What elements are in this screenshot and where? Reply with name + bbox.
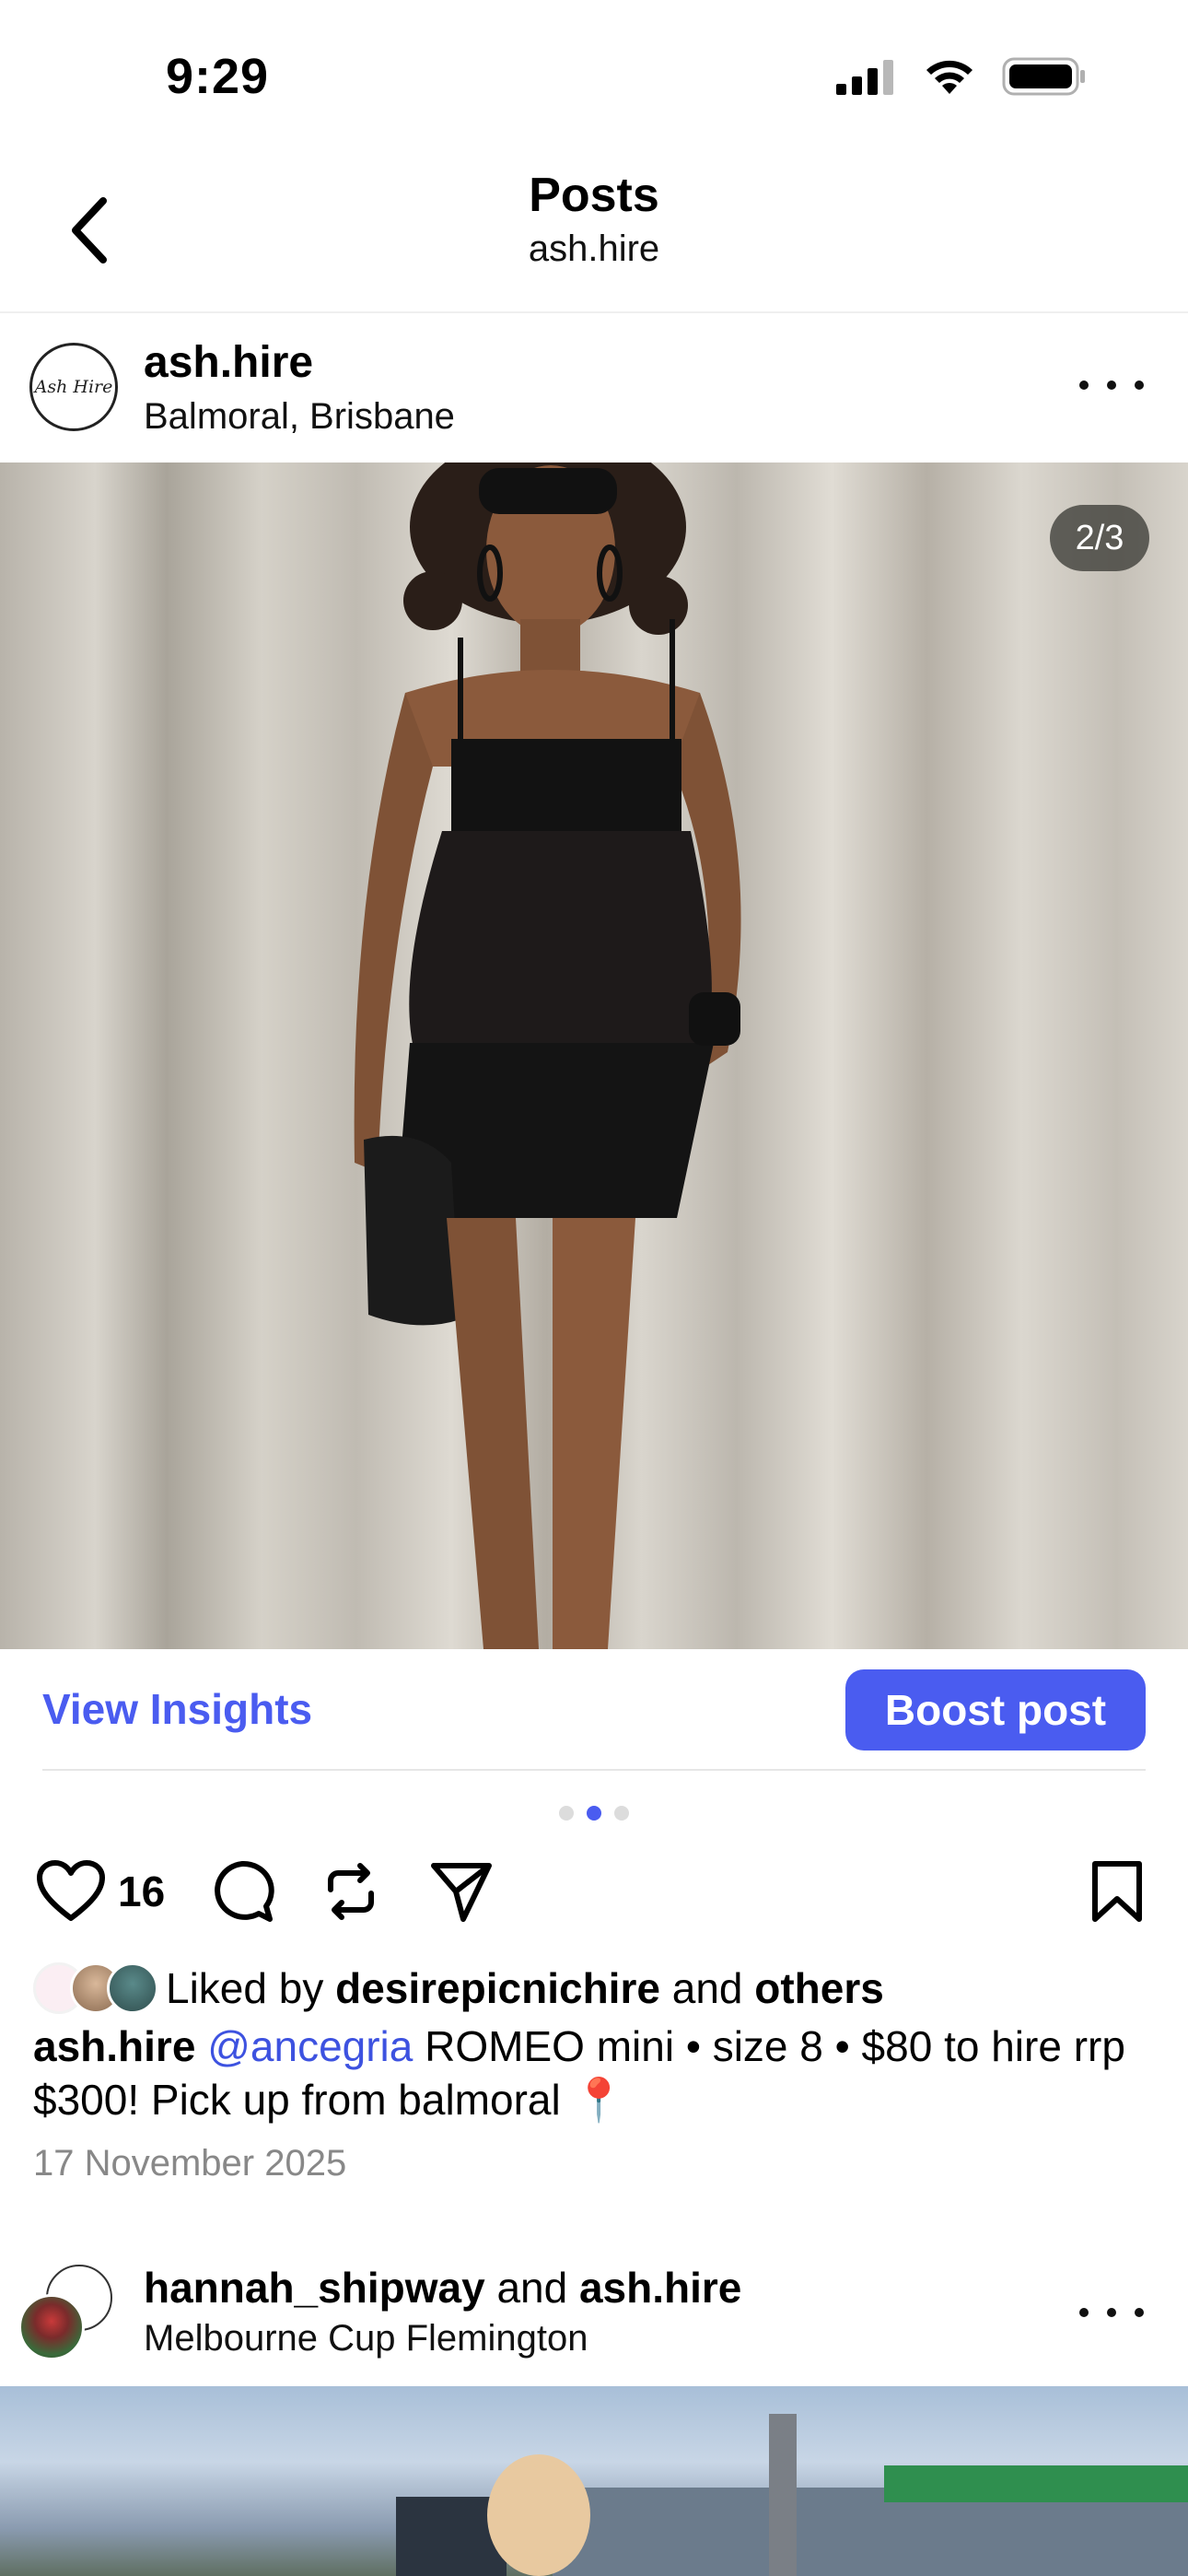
post-location[interactable]: Balmoral, Brisbane: [144, 396, 455, 438]
action-bar: 16: [0, 1850, 1188, 1951]
send-icon: [431, 1863, 492, 1922]
liked-by-text: Liked by desirepicnichire and others: [166, 1963, 884, 2013]
share-button[interactable]: [420, 1850, 503, 1933]
post2-location[interactable]: Melbourne Cup Flemington: [144, 2318, 588, 2359]
nav-header: Posts ash.hire: [0, 157, 1188, 313]
battery-icon: [1002, 57, 1085, 96]
more-horizontal-icon: [1079, 381, 1089, 390]
post-header: Ash Hire ash.hire Balmoral, Brisbane: [0, 315, 1188, 463]
liked-by-prefix: Liked by: [166, 1964, 324, 2012]
heart-icon: [37, 1860, 105, 1921]
liker-avatars: [33, 1962, 158, 2014]
post2-more-options-button[interactable]: [1079, 2294, 1144, 2331]
post-caption: ash.hire @ancegria ROMEO mini • size 8 •…: [33, 2020, 1166, 2126]
wifi-icon: [926, 60, 973, 94]
save-button[interactable]: [1076, 1850, 1159, 1933]
divider: [42, 1769, 1146, 1771]
liker-avatar: [107, 1962, 158, 2014]
insights-row: View Insights Boost post: [0, 1649, 1188, 1769]
carousel-dot: [559, 1806, 574, 1821]
post2-image[interactable]: [0, 2386, 1188, 2576]
image-counter-badge: 2/3: [1050, 505, 1149, 571]
post-username[interactable]: ash.hire: [144, 337, 313, 388]
liked-by-conjunction: and: [671, 1964, 743, 2012]
repost-button[interactable]: [309, 1850, 392, 1933]
avatar[interactable]: Ash Hire: [29, 343, 118, 431]
like-button[interactable]: [29, 1850, 112, 1933]
repost-icon: [328, 1863, 374, 1920]
more-horizontal-icon: [1079, 2308, 1089, 2317]
avatar: [18, 2294, 85, 2360]
post-image[interactable]: 2/3: [0, 463, 1188, 1649]
model-figure: [354, 463, 741, 1649]
post2-username-2[interactable]: ash.hire: [579, 2264, 741, 2312]
more-dot: [1107, 381, 1116, 390]
comment-icon: [215, 1860, 274, 1922]
posts-screen: 9:29 Posts ash.hire Ash Hire ash.hire Ba…: [0, 0, 1188, 2576]
post2-usernames: hannah_shipway and ash.hire: [144, 2263, 741, 2313]
avatar-logo: Ash Hire: [34, 377, 113, 397]
racecourse-scene: [396, 2414, 1188, 2576]
caption-mention[interactable]: @ancegria: [207, 2022, 413, 2070]
more-dot: [1135, 2308, 1144, 2317]
comment-button[interactable]: [201, 1850, 284, 1933]
view-insights-link[interactable]: View Insights: [42, 1684, 312, 1734]
liked-by-row[interactable]: Liked by desirepicnichire and others: [33, 1961, 884, 2016]
status-time: 9:29: [166, 49, 270, 104]
post2-conjunction: and: [496, 2264, 568, 2312]
caption-text: ROMEO mini • size 8 • $80 to hire rrp $3…: [33, 2022, 1125, 2124]
more-options-button[interactable]: [1079, 367, 1144, 404]
caption-username[interactable]: ash.hire: [33, 2022, 195, 2070]
post2-header: hannah_shipway and ash.hire Melbourne Cu…: [0, 2239, 1188, 2386]
more-dot: [1107, 2308, 1116, 2317]
page-title: Posts: [529, 169, 659, 222]
status-bar: 9:29: [0, 0, 1188, 157]
carousel-dot-active: [587, 1806, 601, 1821]
liker-username[interactable]: desirepicnichire: [335, 1964, 660, 2012]
status-icons: [836, 57, 1087, 96]
liked-by-others[interactable]: others: [754, 1964, 884, 2012]
cellular-signal-icon: [836, 60, 893, 95]
like-count[interactable]: 16: [118, 1867, 165, 1916]
carousel-dot: [614, 1806, 629, 1821]
collab-avatars[interactable]: [18, 2265, 112, 2362]
more-dot: [1135, 381, 1144, 390]
bookmark-icon: [1092, 1861, 1142, 1922]
page-subtitle: ash.hire: [528, 228, 660, 269]
post-date: 17 November 2025: [33, 2143, 347, 2184]
carousel-indicator: [0, 1806, 1188, 1821]
post2-username-1[interactable]: hannah_shipway: [144, 2264, 485, 2312]
boost-post-button[interactable]: Boost post: [845, 1669, 1146, 1751]
